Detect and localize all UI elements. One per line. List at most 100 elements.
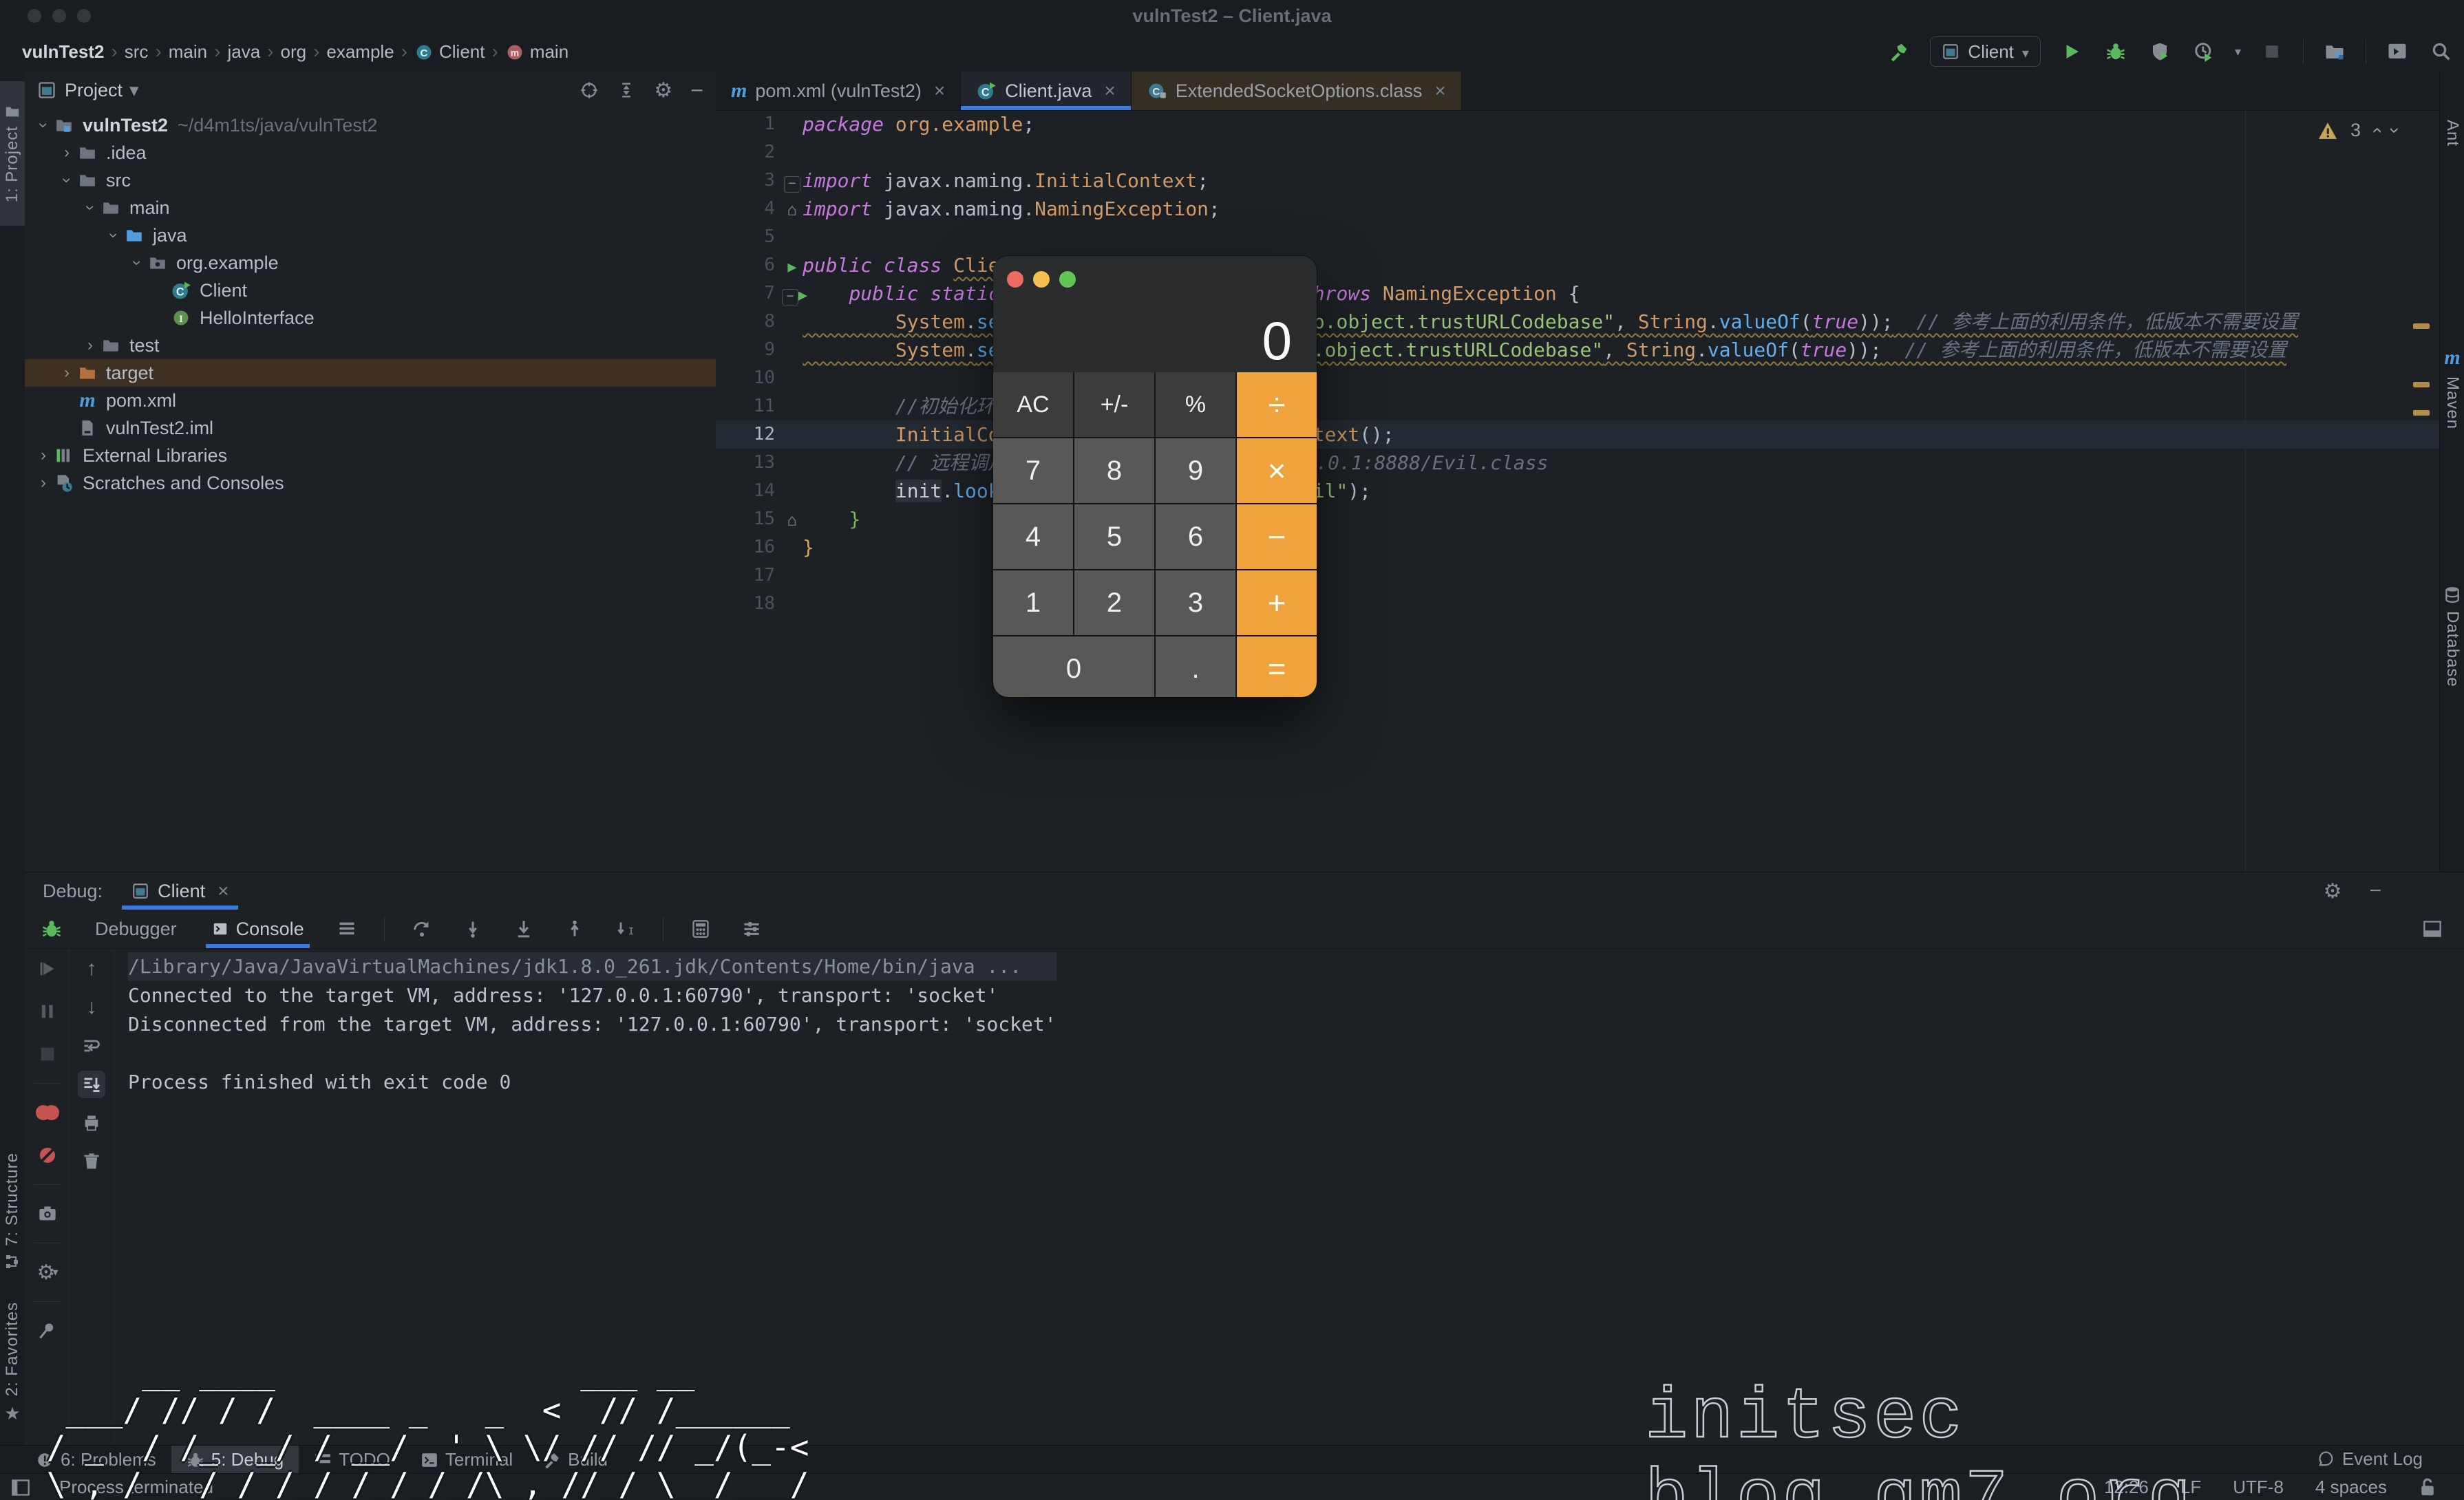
scrollbar-warning-mark[interactable] xyxy=(2413,323,2430,329)
window-controls[interactable] xyxy=(28,9,102,26)
tree-item-target[interactable]: ›target xyxy=(25,359,749,387)
calc-button-×[interactable]: × xyxy=(1237,438,1317,503)
code-editor[interactable]: 3 › › 1package org.example;23−import jav… xyxy=(716,110,2439,872)
calculator-window[interactable]: 0 AC+/-%÷789×456−123+0.= xyxy=(993,256,1317,697)
tree-item-org-example[interactable]: ›org.example xyxy=(25,249,819,277)
fold-icon[interactable]: − xyxy=(784,176,800,193)
debug-icon[interactable] xyxy=(2105,41,2126,62)
step-out-icon[interactable] xyxy=(565,919,584,939)
hide-icon[interactable]: − xyxy=(690,78,703,103)
stop-dim-icon[interactable] xyxy=(38,1044,57,1064)
tree-item-java[interactable]: ›java xyxy=(25,222,796,249)
down-stack-icon[interactable]: ↓ xyxy=(78,994,105,1021)
editor-tab-pom-xml-vulntest2-[interactable]: mpom.xml (vulnTest2)× xyxy=(716,72,961,110)
chevron-icon[interactable]: › xyxy=(34,473,52,493)
fold-end-icon[interactable]: ⌂ xyxy=(787,511,797,530)
up-stack-icon[interactable]: ↑ xyxy=(78,955,105,983)
pin-icon[interactable] xyxy=(38,1321,57,1340)
mute-breakpoints-icon[interactable] xyxy=(34,1142,61,1169)
calc-button-−[interactable]: − xyxy=(1237,504,1317,569)
settings-menu-icon[interactable]: ⚙▾ xyxy=(34,1258,61,1286)
hide-icon[interactable]: − xyxy=(2369,879,2381,903)
calc-button-2[interactable]: 2 xyxy=(1074,570,1154,635)
view-breakpoints-icon[interactable] xyxy=(34,1099,61,1126)
tree-item-vulntest2[interactable]: ›vulnTest2~/d4m1ts/java/vulnTest2 xyxy=(25,111,725,139)
chevron-icon[interactable]: › xyxy=(34,446,52,465)
calc-button-7[interactable]: 7 xyxy=(993,438,1073,503)
calc-button-1[interactable]: 1 xyxy=(993,570,1073,635)
calc-zoom-button[interactable] xyxy=(1059,271,1076,288)
calc-button-.[interactable]: . xyxy=(1156,636,1235,697)
scrollbar-warning-mark[interactable] xyxy=(2413,410,2430,416)
tree-item-src[interactable]: ›src xyxy=(25,167,749,194)
stripe-button-favorites[interactable]: 2: Favorites★ xyxy=(0,1291,25,1435)
evaluate-icon[interactable] xyxy=(691,919,710,939)
tree-item-scratches-and-consoles[interactable]: ›Scratches and Consoles xyxy=(25,469,725,497)
breadcrumb-item-java[interactable]: java xyxy=(227,41,260,63)
trash-icon[interactable] xyxy=(82,1152,101,1171)
debug-session-tab[interactable]: Client × xyxy=(122,872,238,910)
layout-icon[interactable] xyxy=(2423,919,2442,939)
project-dropdown-arrow[interactable]: ▾ xyxy=(129,80,139,101)
run-line-icon[interactable]: ▶ xyxy=(787,259,796,276)
chevron-icon[interactable]: › xyxy=(104,226,123,244)
force-step-icon[interactable] xyxy=(514,919,533,939)
stop-icon[interactable] xyxy=(2262,41,2282,62)
stripe-button-structure[interactable]: 7: Structure xyxy=(0,1142,25,1280)
editor-tab-client-java[interactable]: CClient.java× xyxy=(961,72,1131,110)
run-configuration-select[interactable]: Client▾ xyxy=(1930,36,2041,67)
calc-close-button[interactable] xyxy=(1007,271,1023,288)
debug-tab-console[interactable]: Console xyxy=(206,910,310,948)
chevron-icon[interactable]: › xyxy=(81,336,99,355)
pause-icon[interactable] xyxy=(38,1002,57,1021)
close-icon[interactable]: × xyxy=(934,80,945,102)
calc-button-4[interactable]: 4 xyxy=(993,504,1073,569)
settings-icon[interactable]: ⚙ xyxy=(654,78,672,103)
stripe-button-project[interactable]: 1: Project xyxy=(0,81,25,226)
lines-icon[interactable] xyxy=(337,919,357,939)
sync-folder-icon[interactable] xyxy=(2324,41,2345,62)
profiler-arrow-icon[interactable]: ▾ xyxy=(2235,45,2241,59)
stripe-button-ant[interactable]: Ant xyxy=(2440,92,2464,175)
run-icon[interactable] xyxy=(2061,41,2082,62)
calc-button-9[interactable]: 9 xyxy=(1156,438,1235,503)
project-panel-title[interactable]: Project xyxy=(65,80,123,101)
step-into-icon[interactable] xyxy=(463,919,482,939)
fold-icon[interactable]: − xyxy=(782,289,798,306)
breadcrumb-item-example[interactable]: example xyxy=(326,41,394,63)
calc-button-6[interactable]: 6 xyxy=(1156,504,1235,569)
breadcrumb-item-vulnTest2[interactable]: vulnTest2 xyxy=(22,41,104,63)
calc-button-+/-[interactable]: +/- xyxy=(1074,372,1154,437)
camera-icon[interactable] xyxy=(38,1204,57,1223)
print-icon[interactable] xyxy=(82,1113,101,1133)
wrap-icon[interactable] xyxy=(82,1036,101,1056)
scroll-end-icon[interactable] xyxy=(82,1075,101,1094)
search-everywhere-icon[interactable] xyxy=(2431,41,2452,62)
calc-button-0[interactable]: 0 xyxy=(993,636,1154,697)
breadcrumb-item-main[interactable]: mmain xyxy=(505,41,569,63)
breadcrumb-item-Client[interactable]: CClient xyxy=(414,41,485,63)
profiler-icon[interactable] xyxy=(2194,41,2214,62)
calc-button-AC[interactable]: AC xyxy=(993,372,1073,437)
calc-button-÷[interactable]: ÷ xyxy=(1237,372,1317,437)
chevron-icon[interactable]: › xyxy=(58,143,76,162)
console-output[interactable]: /Library/Java/JavaVirtualMachines/jdk1.8… xyxy=(128,952,1056,1097)
locate-icon[interactable] xyxy=(580,81,599,100)
tree-item-pom-xml[interactable]: mpom.xml xyxy=(25,387,749,414)
run-cursor-icon[interactable]: I xyxy=(616,919,635,939)
chevron-icon[interactable]: › xyxy=(57,171,76,189)
calc-minimize-button[interactable] xyxy=(1033,271,1050,288)
chevron-icon[interactable]: › xyxy=(127,254,147,272)
run-anything-icon[interactable] xyxy=(2387,41,2408,62)
tree-item--idea[interactable]: ›.idea xyxy=(25,139,749,167)
breadcrumb-item-src[interactable]: src xyxy=(125,41,149,63)
tree-item-vulntest2-iml[interactable]: vulnTest2.iml xyxy=(25,414,749,442)
scrollbar-warning-mark[interactable] xyxy=(2413,382,2430,387)
editor-tab-extendedsocketoptions-class[interactable]: CExtendedSocketOptions.class× xyxy=(1132,72,1462,110)
calc-button-=[interactable]: = xyxy=(1237,636,1317,697)
stripe-button-maven[interactable]: mMaven xyxy=(2440,299,2464,478)
calc-button-8[interactable]: 8 xyxy=(1074,438,1154,503)
close-icon[interactable]: × xyxy=(1104,80,1115,102)
tree-item-main[interactable]: ›main xyxy=(25,194,772,222)
step-over-icon[interactable] xyxy=(412,919,432,939)
